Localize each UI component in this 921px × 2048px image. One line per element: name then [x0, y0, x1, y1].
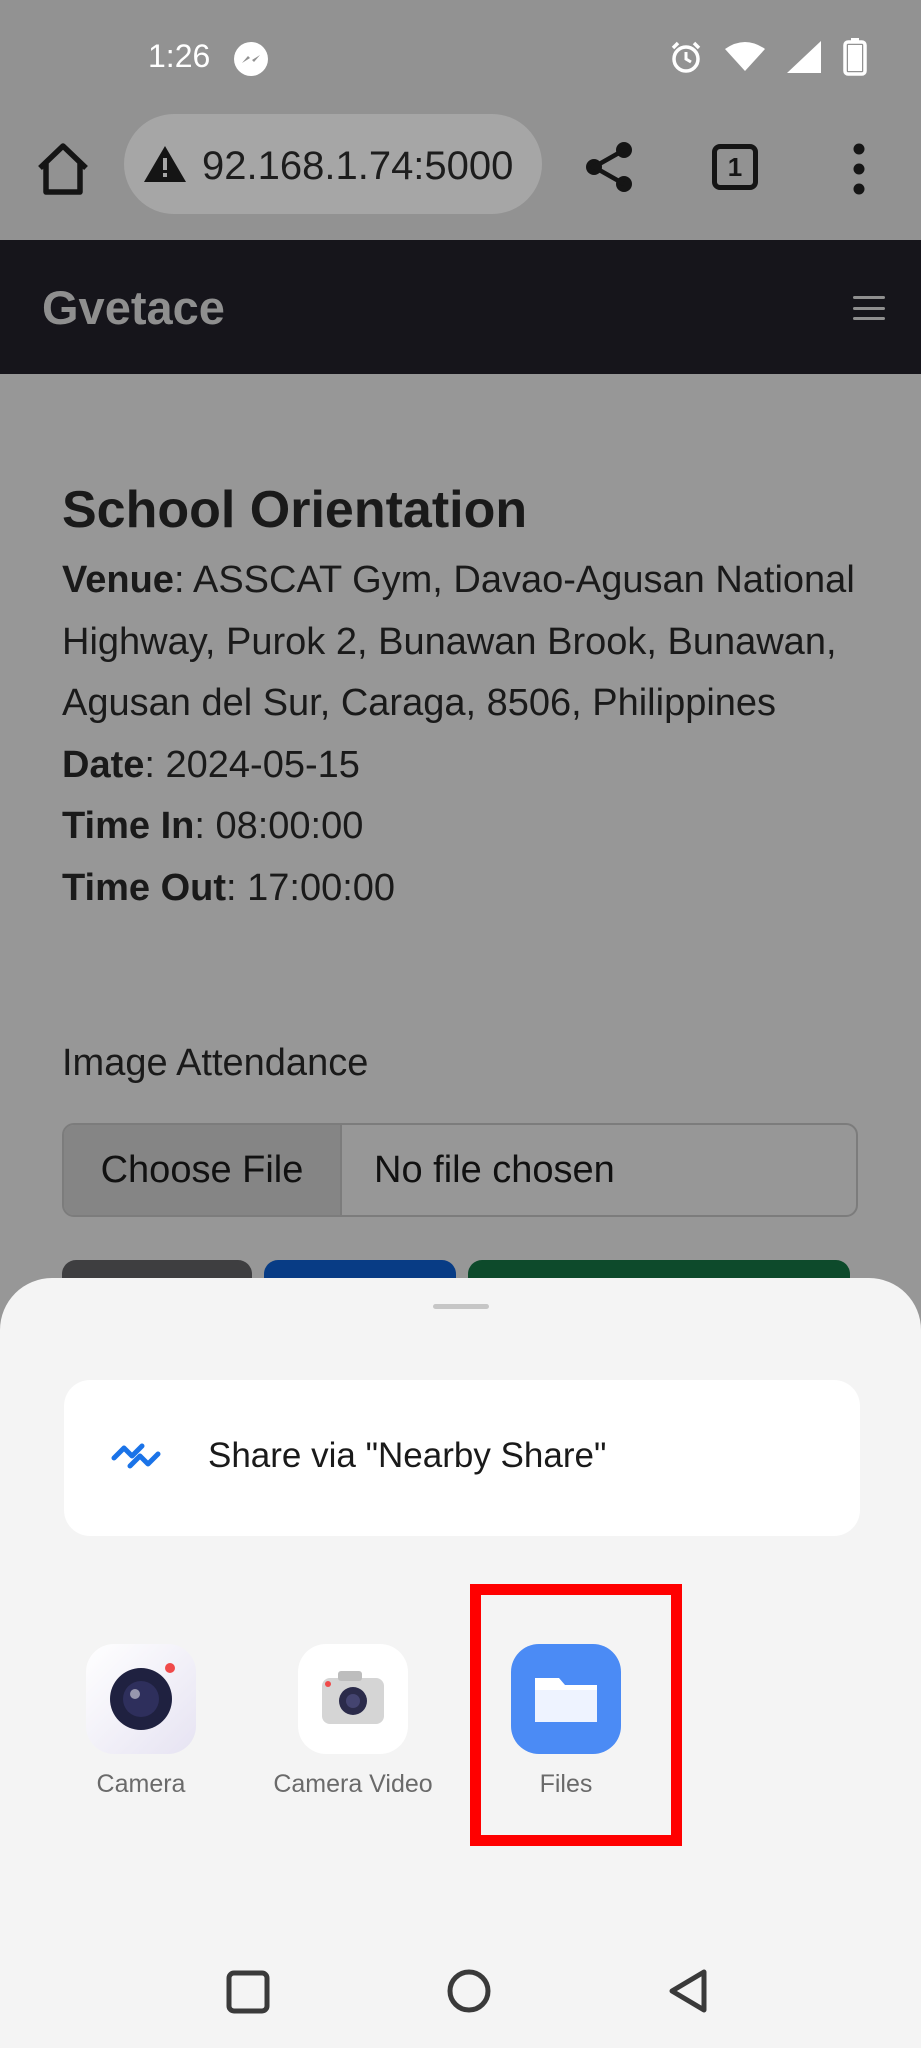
event-details: School Orientation Venue: ASSCAT Gym, Da… — [62, 480, 862, 919]
venue-value: ASSCAT Gym, Davao-Agusan National Highwa… — [62, 559, 855, 724]
status-bar: 1:26 — [0, 0, 921, 110]
nearby-share-option[interactable]: Share via "Nearby Share" — [64, 1380, 860, 1536]
warning-icon[interactable] — [142, 144, 188, 184]
status-time: 1:26 — [148, 38, 211, 74]
system-nav-bar — [0, 1930, 921, 2048]
app-camera-video[interactable]: Camera Video — [253, 1644, 453, 1804]
date-label: Date — [62, 743, 145, 786]
more-options-icon[interactable] — [846, 142, 872, 196]
status-icons — [669, 38, 867, 76]
image-attendance-label: Image Attendance — [62, 1042, 369, 1084]
app-camera[interactable]: Camera — [41, 1644, 241, 1804]
time-in-value: 08:00:00 — [215, 805, 364, 847]
tab-switcher-button[interactable]: 1 — [712, 144, 758, 190]
signal-icon — [787, 41, 821, 73]
home-nav-icon[interactable] — [446, 1968, 492, 2014]
time-out-row: Time Out: 17:00:00 — [62, 866, 396, 909]
browser-toolbar: 92.168.1.74:5000 1 — [0, 110, 921, 240]
venue-row: Venue: ASSCAT Gym, Davao-Agusan National… — [62, 559, 855, 724]
time-in-row: Time In: 08:00:00 — [62, 805, 364, 847]
date-value: 2024-05-15 — [165, 743, 360, 786]
time-out-value: 17:00:00 — [247, 866, 396, 909]
site-navbar: Gvetace — [0, 240, 921, 374]
back-icon[interactable] — [666, 1968, 712, 2014]
event-info: Venue: ASSCAT Gym, Davao-Agusan National… — [62, 550, 862, 919]
camera-icon[interactable] — [86, 1644, 196, 1754]
camera-video-icon[interactable] — [298, 1644, 408, 1754]
file-status-text: No file chosen — [374, 1148, 615, 1191]
alarm-icon — [671, 41, 701, 73]
url-text[interactable]: 92.168.1.74:5000 — [202, 144, 513, 189]
sheet-handle[interactable] — [433, 1304, 489, 1309]
nearby-share-icon — [111, 1443, 161, 1469]
time-in-label: Time In — [62, 805, 195, 847]
highlight-box — [470, 1584, 682, 1846]
messenger-icon — [234, 42, 268, 76]
battery-icon — [843, 38, 867, 76]
time-out-label: Time Out — [62, 866, 226, 909]
venue-label: Venue — [62, 559, 174, 601]
recents-icon[interactable] — [226, 1970, 270, 2014]
choose-file-button[interactable]: Choose File — [64, 1125, 342, 1215]
app-label-camera-video: Camera Video — [273, 1770, 433, 1798]
nearby-share-label: Share via "Nearby Share" — [208, 1436, 607, 1475]
site-brand[interactable]: Gvetace — [42, 280, 225, 335]
app-label-camera: Camera — [96, 1770, 186, 1798]
menu-icon[interactable] — [853, 296, 885, 320]
event-title: School Orientation — [62, 481, 528, 539]
wifi-icon — [725, 42, 765, 71]
file-input[interactable]: Choose File No file chosen — [62, 1123, 858, 1217]
home-icon[interactable] — [34, 140, 92, 198]
share-icon[interactable] — [582, 140, 636, 194]
date-row: Date: 2024-05-15 — [62, 743, 360, 786]
